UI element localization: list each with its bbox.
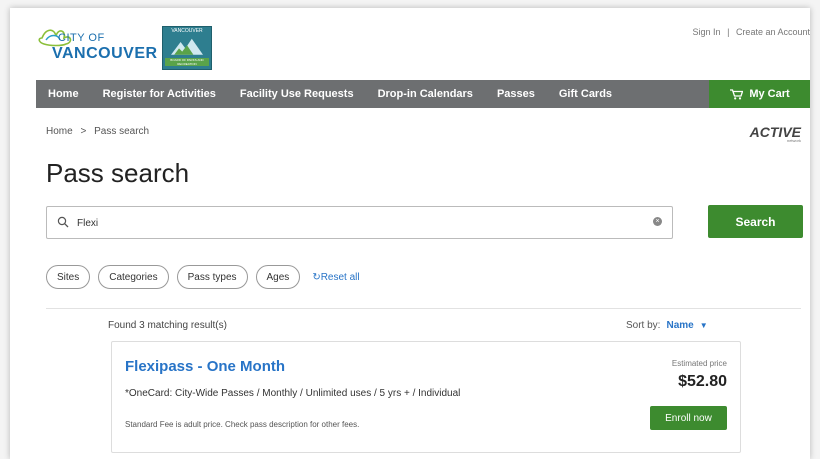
chevron-down-icon[interactable]: ▼ [700,321,708,330]
filter-pass-types[interactable]: Pass types [176,265,248,289]
search-icon [57,216,69,228]
breadcrumb-separator: > [80,126,87,137]
page: CITY OF VANCOUVER VANCOUVER BOARD OF PAR… [10,8,810,459]
divider [46,308,801,309]
nav-item-gift-cards[interactable]: Gift Cards [547,88,624,100]
cart-icon [730,88,744,99]
enroll-now-button[interactable]: Enroll now [650,406,727,430]
nav-item-facility-use[interactable]: Facility Use Requests [228,88,366,100]
main-nav: Home Register for Activities Facility Us… [36,80,810,108]
breadcrumb-home[interactable]: Home [46,126,73,137]
mountain-icon [171,38,203,55]
filter-ages[interactable]: Ages [255,265,301,289]
account-links: Sign In | Create an Account [693,27,810,37]
reset-all-link[interactable]: ↻Reset all [312,272,359,283]
filter-bar: Sites Categories Pass types Ages ↻Reset … [46,265,360,289]
result-description: *OneCard: City-Wide Passes / Monthly / U… [125,388,461,399]
nav-item-passes[interactable]: Passes [485,88,547,100]
reset-all-label: Reset all [320,271,360,283]
results-count: Found 3 matching result(s) [108,320,227,331]
filter-sites[interactable]: Sites [46,265,91,289]
sign-in-link[interactable]: Sign In [693,27,721,37]
create-account-link[interactable]: Create an Account [736,27,810,37]
search-button[interactable]: Search [708,205,803,238]
sort-control[interactable]: Sort by: Name ▼ [626,320,708,331]
filter-categories[interactable]: Categories [98,265,169,289]
sort-value[interactable]: Name [666,320,693,331]
nav-item-register[interactable]: Register for Activities [91,88,228,100]
logo-city-of: CITY OF [58,32,105,44]
search-box[interactable]: × [46,206,673,239]
auth-separator: | [727,27,730,37]
result-card: Flexipass - One Month *OneCard: City-Wid… [111,341,741,453]
my-cart-label: My Cart [749,88,790,100]
result-title-link[interactable]: Flexipass - One Month [125,358,285,375]
breadcrumb: Home > Pass search [46,126,149,137]
clear-icon[interactable]: × [653,217,662,226]
page-title: Pass search [46,158,190,188]
top-bar: CITY OF VANCOUVER VANCOUVER BOARD OF PAR… [10,8,810,80]
estimated-price-label: Estimated price [671,359,727,368]
active-network-logo: ACTIVE network [750,124,801,143]
my-cart-button[interactable]: My Cart [709,80,810,108]
nav-item-home[interactable]: Home [36,88,91,100]
logo-vancouver: VANCOUVER [52,45,158,62]
sort-label: Sort by: [626,320,661,331]
breadcrumb-current: Pass search [94,126,150,137]
estimated-price: $52.80 [678,373,727,390]
nav-item-drop-in[interactable]: Drop-in Calendars [366,88,485,100]
search-input[interactable] [75,213,639,233]
result-note: Standard Fee is adult price. Check pass … [125,420,360,429]
parks-board-badge[interactable]: VANCOUVER BOARD OF PARKS AND RECREATION [162,26,212,70]
refresh-icon: ↻ [312,271,321,283]
parks-badge-bottom: BOARD OF PARKS AND RECREATION [165,58,209,66]
